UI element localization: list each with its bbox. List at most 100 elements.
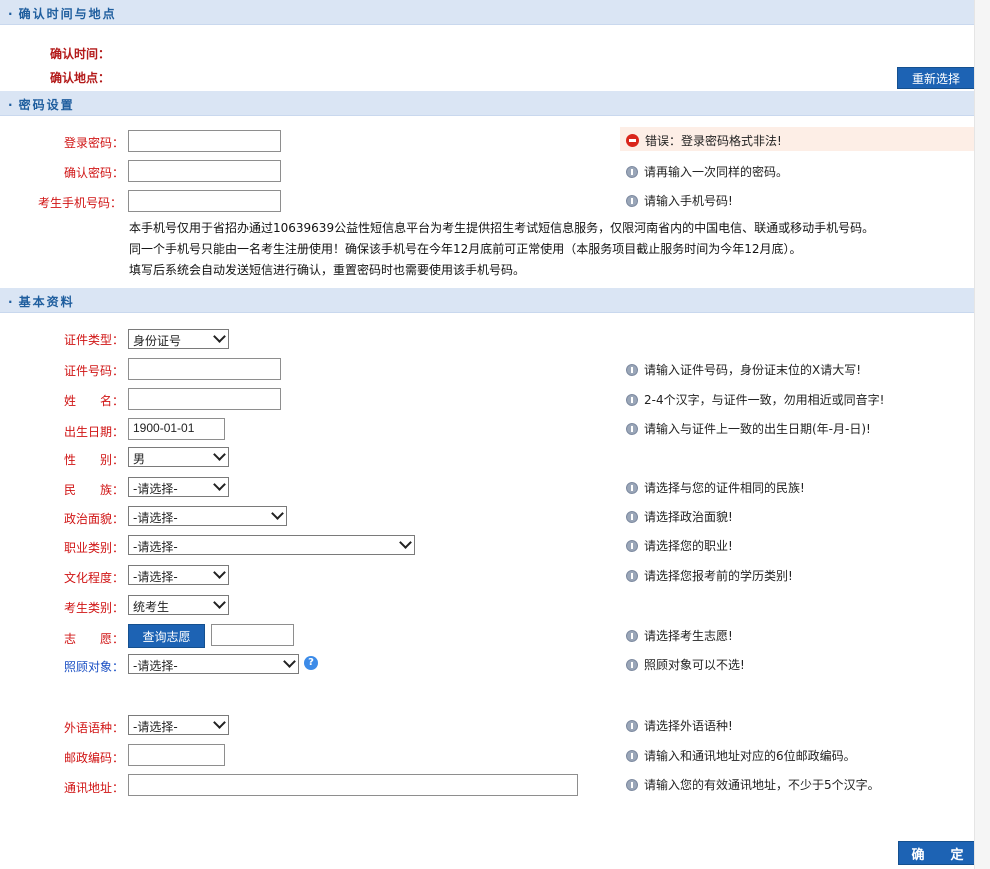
wish-hint: 请选择考生志愿!	[626, 627, 733, 644]
education-hint: 请选择您报考前的学历类别!	[626, 567, 793, 584]
chevron-down-icon	[213, 716, 226, 729]
select-value: -请选择-	[133, 540, 178, 554]
select-value: 身份证号	[133, 334, 182, 348]
phone-input[interactable]	[128, 190, 281, 212]
id-type-label: 证件类型：	[64, 333, 125, 347]
chevron-down-icon	[271, 507, 284, 520]
political-select[interactable]: -请选择-	[128, 506, 287, 526]
info-icon	[626, 749, 638, 762]
login-password-input[interactable]	[128, 130, 281, 152]
section-title: 确认时间与地点	[18, 7, 117, 21]
name-input[interactable]	[128, 388, 281, 410]
phone-label: 考生手机号码：	[38, 196, 123, 210]
job-hint: 请选择您的职业!	[626, 537, 733, 554]
chevron-down-icon	[213, 596, 226, 609]
phone-note-3: 填写后系统会自动发送短信进行确认，重置密码时也需要使用该手机号码。	[129, 263, 526, 277]
wish-input[interactable]	[211, 624, 294, 646]
gender-select[interactable]: 男	[128, 447, 229, 467]
confirm-time-label: 确认时间：	[50, 47, 111, 61]
job-select[interactable]: -请选择-	[128, 535, 415, 555]
care-label: 照顾对象：	[64, 660, 125, 674]
address-input[interactable]	[128, 774, 578, 796]
scrollbar-track[interactable]	[974, 0, 990, 869]
phone-note-1: 本手机号仅用于省招办通过10639639公益性短信息平台为考生提供招生考试短信息…	[129, 221, 875, 235]
select-value: -请选择-	[133, 482, 178, 496]
info-icon	[626, 510, 638, 523]
query-wish-button[interactable]: 查询志愿	[128, 624, 205, 648]
political-label: 政治面貌：	[64, 512, 125, 526]
hint-text: 请选择您的职业!	[644, 539, 733, 553]
zip-label: 邮政编码：	[64, 751, 125, 765]
hint-text: 请再输入一次同样的密码。	[644, 165, 789, 179]
select-value: -请选择-	[133, 720, 178, 734]
confirm-password-hint: 请再输入一次同样的密码。	[626, 163, 788, 180]
hint-text: 请输入证件号码，身份证末位的X请大写!	[644, 363, 862, 377]
info-icon	[626, 778, 638, 791]
section-header-confirm: · 确认时间与地点	[0, 0, 974, 25]
confirm-password-input[interactable]	[128, 160, 281, 182]
select-value: -请选择-	[133, 511, 178, 525]
language-hint: 请选择外语语种!	[626, 717, 733, 734]
section-title: 密码设置	[18, 98, 75, 112]
info-icon	[626, 194, 638, 207]
section-header-basic: · 基本资料	[0, 288, 974, 313]
info-icon	[626, 719, 638, 732]
bullet-icon: ·	[8, 295, 13, 309]
bullet-icon: ·	[8, 98, 13, 112]
info-icon	[626, 393, 638, 406]
info-icon	[626, 363, 638, 376]
hint-text: 请输入与证件上一致的出生日期(年-月-日)!	[644, 422, 871, 436]
hint-text: 2-4个汉字，与证件一致，勿用相近或同音字!	[644, 393, 885, 407]
care-select[interactable]: -请选择-	[128, 654, 299, 674]
select-value: 统考生	[133, 600, 170, 614]
info-icon	[626, 422, 638, 435]
chevron-down-icon	[283, 655, 296, 668]
info-icon	[626, 569, 638, 582]
dob-hint: 请输入与证件上一致的出生日期(年-月-日)!	[626, 420, 871, 437]
hint-text: 请选择考生志愿!	[644, 629, 733, 643]
hint-text: 请选择与您的证件相同的民族!	[644, 481, 805, 495]
login-password-error: 错误：登录密码格式非法!	[626, 132, 782, 149]
zip-input[interactable]	[128, 744, 225, 766]
info-icon	[626, 658, 638, 671]
chevron-down-icon	[213, 566, 226, 579]
address-hint: 请输入您的有效通讯地址，不少于5个汉字。	[626, 776, 880, 793]
dob-input[interactable]: 1900-01-01	[128, 418, 225, 440]
education-select[interactable]: -请选择-	[128, 565, 229, 585]
phone-hint: 请输入手机号码!	[626, 192, 733, 209]
help-icon[interactable]: ?	[304, 656, 318, 670]
ethnicity-label: 民 族：	[64, 483, 125, 497]
hint-text: 照顾对象可以不选!	[644, 658, 745, 672]
address-label: 通讯地址：	[64, 781, 125, 795]
info-icon	[626, 629, 638, 642]
ethnicity-select[interactable]: -请选择-	[128, 477, 229, 497]
info-icon	[626, 165, 638, 178]
chevron-down-icon	[213, 478, 226, 491]
id-number-label: 证件号码：	[64, 364, 125, 378]
language-select[interactable]: -请选择-	[128, 715, 229, 735]
section-header-password: · 密码设置	[0, 91, 974, 116]
chevron-down-icon	[399, 536, 412, 549]
name-hint: 2-4个汉字，与证件一致，勿用相近或同音字!	[626, 391, 884, 408]
hint-text: 请选择您报考前的学历类别!	[644, 569, 793, 583]
submit-button[interactable]: 确 定	[898, 841, 977, 865]
id-number-input[interactable]	[128, 358, 281, 380]
reselect-button[interactable]: 重新选择	[897, 67, 975, 89]
category-select[interactable]: 统考生	[128, 595, 229, 615]
id-type-select[interactable]: 身份证号	[128, 329, 229, 349]
bullet-icon: ·	[8, 7, 13, 21]
confirm-password-label: 确认密码：	[64, 166, 125, 180]
hint-text: 请输入您的有效通讯地址，不少于5个汉字。	[644, 778, 880, 792]
language-label: 外语语种：	[64, 721, 125, 735]
care-hint: 照顾对象可以不选!	[626, 656, 745, 673]
error-icon	[626, 134, 639, 147]
hint-text: 请选择外语语种!	[644, 719, 733, 733]
chevron-down-icon	[213, 448, 226, 461]
name-label: 姓 名：	[64, 394, 125, 408]
login-password-label: 登录密码：	[64, 136, 125, 150]
chevron-down-icon	[213, 330, 226, 343]
political-hint: 请选择政治面貌!	[626, 508, 733, 525]
select-value: -请选择-	[133, 659, 178, 673]
select-value: 男	[133, 452, 146, 466]
category-label: 考生类别：	[64, 601, 125, 615]
